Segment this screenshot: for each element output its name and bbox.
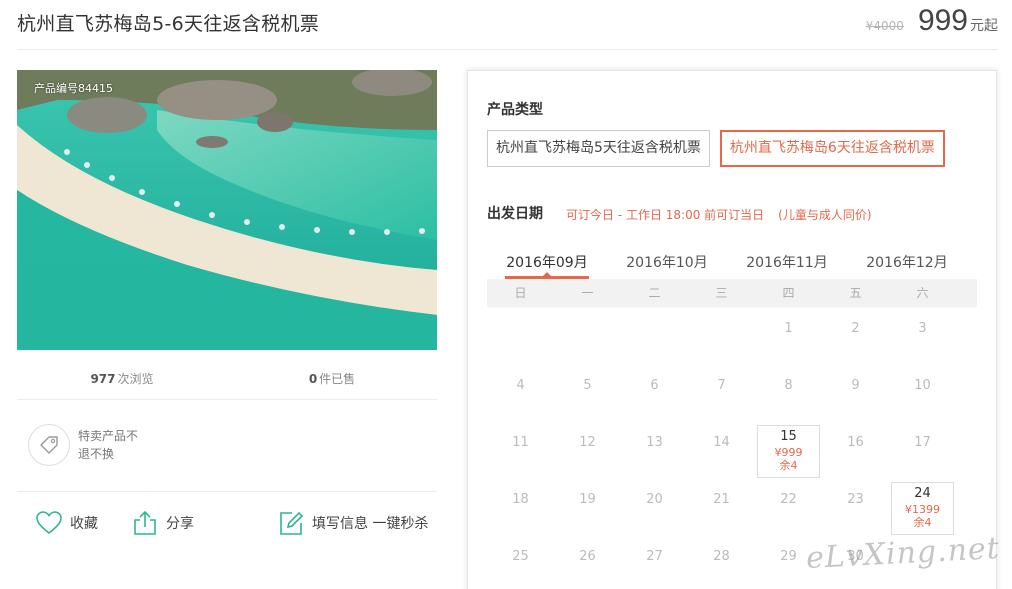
calendar-day: 18 [512,492,529,507]
calendar-day: 5 [583,378,592,393]
calendar-day: 13 [646,435,663,450]
calendar-day: 1 [784,321,793,336]
type-option-6day[interactable]: 杭州直飞苏梅岛6天往返含税机票 [719,130,945,167]
weekday-header: 日 一 二 三 四 五 六 [487,279,977,307]
calendar-day: 28 [713,549,730,564]
calendar-day: 17 [914,435,931,450]
calendar-day: 2 [851,321,860,336]
product-type-label: 产品类型 [487,102,543,118]
calendar-day: 6 [650,378,659,393]
views-stat: 977 次浏览 [17,360,227,399]
header-divider [17,49,998,50]
action-bar: 收藏 分享 填写信息 一键秒杀 [36,510,462,536]
calendar-day: 22 [780,492,797,507]
fill-info-button[interactable]: 填写信息 一键秒杀 [278,510,428,536]
favorite-button[interactable]: 收藏 [36,511,98,535]
weekday-sat: 六 [916,286,929,300]
page-title: 杭州直飞苏梅岛5-6天往返含税机票 [17,13,320,35]
tab-month-10[interactable]: 2016年10月 [607,249,727,279]
weekday-tue: 二 [648,286,661,300]
product-photo: 产品编号84415 [17,70,437,350]
tab-month-11[interactable]: 2016年11月 [727,249,847,279]
edit-icon [280,511,304,535]
calendar-day: 3 [918,321,927,336]
price-unit: 元起 [970,18,998,34]
calendar-day-available-15[interactable]: 15 ¥999 余4 [755,421,822,478]
calendar-day: 16 [847,435,864,450]
share-label: 分享 [166,516,194,532]
tab-month-12[interactable]: 2016年12月 [847,249,967,279]
weekday-mon: 一 [581,286,594,300]
booking-panel: 产品类型 杭州直飞苏梅岛5天往返含税机票 杭州直飞苏梅岛6天往返含税机票 出发日… [467,70,997,589]
type-option-5day[interactable]: 杭州直飞苏梅岛5天往返含税机票 [487,130,710,167]
calendar-day: 9 [851,378,860,393]
calendar-day [621,307,688,364]
calendar-day: 8 [784,378,793,393]
departure-date-label: 出发日期 [487,206,543,222]
policy-line-1: 特卖产品不 [78,429,139,443]
product-type-options: 杭州直飞苏梅岛5天往返含税机票 杭州直飞苏梅岛6天往返含税机票 [487,130,955,167]
fill-info-label: 填写信息 一键秒杀 [312,516,429,532]
share-icon [134,510,156,535]
calendar-week: 18 19 20 21 22 23 24 ¥1399 余4 [487,478,977,535]
child-price-note: (儿童与成人同价) [778,208,872,222]
calendar-week: 11 12 13 14 15 ¥999 余4 16 17 [487,421,977,478]
divider [17,491,437,492]
calendar-day: 25 [512,549,529,564]
weekday-fri: 五 [849,286,862,300]
month-tabs: 2016年09月 2016年10月 2016年11月 2016年12月 [487,249,977,279]
calendar-day-available-24[interactable]: 24 ¥1399 余4 [889,478,956,535]
views-label: 次浏览 [117,372,154,386]
weekday-wed: 三 [715,286,728,300]
original-price: ¥4000 [865,19,904,33]
product-code: 产品编号84415 [34,82,113,95]
beach-image [17,70,437,350]
calendar-day: 11 [512,435,529,450]
date-note: 可订今日 - 工作日 18:00 前可订当日 (儿童与成人同价) [566,206,886,223]
calendar-week: 4 5 6 7 8 9 10 [487,364,977,421]
price-block: ¥4000 999 元起 [866,4,998,38]
calendar-day: 26 [579,549,596,564]
calendar-week: 1 2 3 [487,307,977,364]
booking-time-note: 可订今日 - 工作日 18:00 前可订当日 [566,208,765,222]
calendar-day [688,307,755,364]
sold-label: 件已售 [319,372,356,386]
calendar-day: 7 [717,378,726,393]
calendar-day [487,307,554,364]
heart-icon [36,511,62,535]
day-box [891,482,954,535]
tab-month-09[interactable]: 2016年09月 [487,249,607,279]
views-count: 977 [90,372,116,386]
policy-line-2: 退不换 [78,447,115,461]
policy-text: 特卖产品不 退不换 [78,427,148,463]
favorite-label: 收藏 [70,516,98,532]
current-price: 999 [917,4,968,37]
weekday-thu: 四 [782,286,795,300]
share-button[interactable]: 分享 [132,510,194,536]
calendar-day: 21 [713,492,730,507]
calendar-day: 20 [646,492,663,507]
calendar-day: 10 [914,378,931,393]
sold-count: 0 [308,372,318,386]
calendar-day: 14 [713,435,730,450]
tag-icon [28,424,70,466]
sold-stat: 0 件已售 [227,360,437,399]
calendar-day: 23 [847,492,864,507]
day-box [757,425,820,478]
calendar-day: 12 [579,435,596,450]
weekday-sun: 日 [514,286,527,300]
calendar-day: 27 [646,549,663,564]
return-policy: 特卖产品不 退不换 [28,424,148,466]
calendar-day: 4 [516,378,525,393]
stats-bar: 977 次浏览 0 件已售 [17,360,437,400]
calendar-day: 19 [579,492,596,507]
calendar-day [554,307,621,364]
